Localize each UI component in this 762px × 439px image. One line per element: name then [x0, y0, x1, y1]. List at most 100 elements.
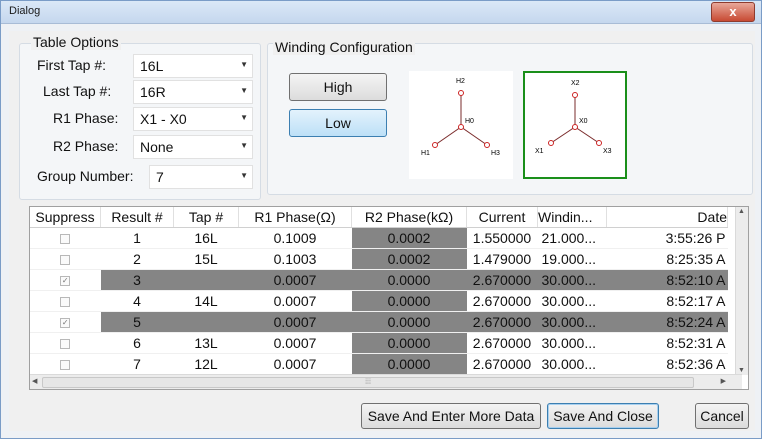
result-cell: 3 [100, 269, 174, 291]
tap-cell: 14L [173, 290, 239, 312]
last-tap-label: Last Tap #: [43, 83, 112, 99]
x2-label: X2 [571, 80, 580, 87]
chevron-down-icon: ▼ [240, 86, 248, 95]
r2-phase-select[interactable]: None ▼ [133, 135, 253, 159]
chevron-down-icon: ▼ [240, 60, 248, 69]
current-cell: 2.670000 [466, 269, 538, 291]
window-title: Dialog [9, 5, 41, 17]
cancel-button[interactable]: Cancel [695, 403, 749, 429]
last-tap-value: 16R [140, 84, 166, 100]
h1-label: H1 [421, 150, 430, 157]
r2-phase-label: R2 Phase: [53, 138, 119, 154]
first-tap-label: First Tap #: [37, 57, 106, 73]
save-and-enter-more-button[interactable]: Save And Enter More Data [361, 403, 541, 429]
dialog-body: Table Options First Tap #: 16L ▼ Last Ta… [9, 31, 755, 431]
group-number-select[interactable]: 7 ▼ [149, 165, 253, 189]
current-cell: 1.479000 [466, 248, 538, 270]
scroll-left-icon[interactable]: ◀ [32, 377, 37, 385]
r1-cell: 0.0007 [238, 332, 352, 354]
current-cell: 2.670000 [466, 353, 538, 375]
table-row[interactable]: 4 14L 0.0007 0.0000 2.670000 30.000... 8… [30, 290, 728, 312]
last-tap-select[interactable]: 16R ▼ [133, 80, 253, 104]
vertical-scrollbar[interactable]: ▲ ▼ [735, 207, 748, 375]
col-date-header[interactable]: Date [606, 207, 728, 228]
date-cell: 8:52:36 A [606, 353, 728, 375]
tap-cell: 12L [173, 353, 239, 375]
col-r1-header[interactable]: R1 Phase(Ω) [238, 207, 352, 228]
table-row[interactable]: ✓ 3 0.0007 0.0000 2.670000 30.000... 8:5… [30, 269, 728, 291]
group-number-label: Group Number: [37, 168, 134, 184]
col-r2-header[interactable]: R2 Phase(kΩ) [351, 207, 467, 228]
date-cell: 8:52:31 A [606, 332, 728, 354]
h0-label: H0 [465, 118, 474, 125]
winding-cell: 30.000... [537, 332, 607, 354]
date-cell: 8:52:24 A [606, 311, 728, 333]
tap-cell [173, 269, 239, 291]
date-cell: 8:52:10 A [606, 269, 728, 291]
r1-cell: 0.1009 [238, 227, 352, 249]
high-winding-diagram[interactable]: H2 H0 H1 H3 [409, 71, 513, 179]
save-and-close-button[interactable]: Save And Close [547, 403, 659, 429]
low-winding-diagram[interactable]: X2 X0 X1 X3 [523, 71, 627, 179]
suppress-checkbox[interactable] [30, 290, 101, 312]
x1-label: X1 [535, 148, 544, 155]
wye-x-icon: X2 X0 X1 X3 [535, 80, 612, 155]
col-result-header[interactable]: Result # [100, 207, 174, 228]
winding-cell: 30.000... [537, 269, 607, 291]
close-button[interactable]: x [711, 2, 755, 22]
suppress-checkbox[interactable] [30, 248, 101, 270]
tap-cell: 15L [173, 248, 239, 270]
col-suppress-header[interactable]: Suppress [30, 207, 101, 228]
table-row[interactable]: 6 13L 0.0007 0.0000 2.670000 30.000... 8… [30, 332, 728, 354]
r1-cell: 0.0007 [238, 311, 352, 333]
results-grid[interactable]: Suppress Result # Tap # R1 Phase(Ω) R2 P… [29, 206, 749, 390]
high-button[interactable]: High [289, 73, 387, 101]
suppress-checkbox[interactable] [30, 353, 101, 375]
scroll-right-icon[interactable]: ▶ [721, 377, 726, 385]
result-cell: 5 [100, 311, 174, 333]
r1-phase-select[interactable]: X1 - X0 ▼ [133, 107, 253, 131]
table-row[interactable]: ✓ 5 0.0007 0.0000 2.670000 30.000... 8:5… [30, 311, 728, 333]
winding-config-legend: Winding Configuration [273, 39, 415, 55]
low-button[interactable]: Low [289, 109, 387, 137]
r1-cell: 0.0007 [238, 353, 352, 375]
r2-cell: 0.0002 [351, 227, 467, 249]
suppress-checkbox[interactable] [30, 227, 101, 249]
col-current-header[interactable]: Current [466, 207, 538, 228]
x3-label: X3 [603, 148, 612, 155]
suppress-checkbox[interactable]: ✓ [30, 269, 101, 291]
date-cell: 3:55:26 P [606, 227, 728, 249]
suppress-checkbox[interactable]: ✓ [30, 311, 101, 333]
r2-cell: 0.0000 [351, 311, 467, 333]
h2-label: H2 [456, 78, 465, 85]
r1-cell: 0.0007 [238, 269, 352, 291]
current-cell: 1.550000 [466, 227, 538, 249]
winding-cell: 21.000... [537, 227, 607, 249]
r2-phase-value: None [140, 139, 174, 155]
first-tap-select[interactable]: 16L ▼ [133, 54, 253, 78]
table-row[interactable]: 1 16L 0.1009 0.0002 1.550000 21.000... 3… [30, 227, 728, 249]
title-bar[interactable]: Dialog x [1, 1, 761, 24]
chevron-down-icon: ▼ [240, 171, 248, 180]
r1-cell: 0.1003 [238, 248, 352, 270]
scroll-down-icon[interactable]: ▼ [738, 367, 745, 374]
table-row[interactable]: 7 12L 0.0007 0.0000 2.670000 30.000... 8… [30, 353, 728, 375]
suppress-checkbox[interactable] [30, 332, 101, 354]
result-cell: 2 [100, 248, 174, 270]
result-cell: 4 [100, 290, 174, 312]
scroll-up-icon[interactable]: ▲ [738, 208, 745, 215]
grid-header-row: Suppress Result # Tap # R1 Phase(Ω) R2 P… [30, 207, 728, 228]
col-winding-header[interactable]: Windin... [537, 207, 607, 228]
group-number-value: 7 [156, 169, 164, 185]
table-options-legend: Table Options [31, 34, 121, 50]
r1-cell: 0.0007 [238, 290, 352, 312]
r2-cell: 0.0000 [351, 269, 467, 291]
date-cell: 8:25:35 A [606, 248, 728, 270]
col-tap-header[interactable]: Tap # [173, 207, 239, 228]
r1-phase-label: R1 Phase: [53, 110, 119, 126]
results-table: Suppress Result # Tap # R1 Phase(Ω) R2 P… [30, 207, 728, 375]
horizontal-scroll-thumb[interactable]: ⁞⁞⁞ [42, 377, 694, 388]
horizontal-scrollbar[interactable]: ◀ ⁞⁞⁞ ▶ [30, 374, 742, 389]
table-row[interactable]: 2 15L 0.1003 0.0002 1.479000 19.000... 8… [30, 248, 728, 270]
x0-label: X0 [579, 118, 588, 125]
